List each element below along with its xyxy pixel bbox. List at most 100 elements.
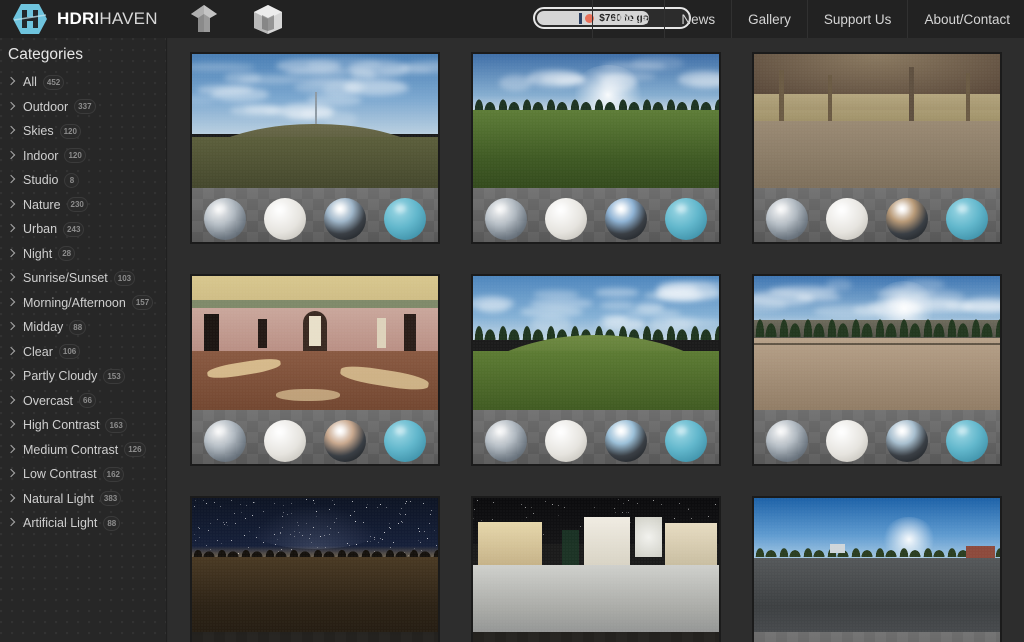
sidebar-item-urban[interactable]: Urban 243 (0, 217, 166, 242)
nav-link-gallery[interactable]: Gallery (731, 0, 807, 38)
sidebar-item-all[interactable]: All 452 (0, 70, 166, 95)
sidebar-item-label: Urban (23, 222, 57, 236)
sidebar-item-count: 120 (64, 148, 85, 163)
chevron-right-icon (7, 420, 17, 430)
nav-link-about-contact[interactable]: About/Contact (907, 0, 1024, 38)
sidebar-item-nature[interactable]: Nature 230 (0, 193, 166, 218)
categories-sidebar: Categories All 452 Outdoor 337 Skies 120 Indoo… (0, 38, 167, 642)
sidebar-item-count: 157 (132, 295, 153, 310)
sidebar-item-skies[interactable]: Skies 120 (0, 119, 166, 144)
diffuse-white-sphere (545, 198, 587, 240)
teal-glossy-sphere (665, 420, 707, 462)
sidebar-item-count: 230 (67, 197, 88, 212)
sidebar-item-count: 66 (79, 393, 96, 408)
hdri-card[interactable] (471, 274, 721, 466)
diffuse-white-sphere (826, 198, 868, 240)
chevron-right-icon (7, 445, 17, 455)
glass-sphere (766, 198, 808, 240)
sidebar-item-label: Indoor (23, 149, 58, 163)
hdri-panorama-thumbnail (192, 54, 438, 188)
sidebar-item-night[interactable]: Night 28 (0, 242, 166, 267)
hdri-card[interactable] (190, 496, 440, 642)
chevron-right-icon (7, 249, 17, 259)
hdri-card[interactable] (471, 496, 721, 642)
sidebar-item-label: Natural Light (23, 492, 94, 506)
hdri-card[interactable] (471, 52, 721, 244)
sidebar-item-clear[interactable]: Clear 106 (0, 340, 166, 365)
chevron-right-icon (7, 126, 17, 136)
sidebar-item-midday[interactable]: Midday 88 (0, 315, 166, 340)
sidebar-item-high-contrast[interactable]: High Contrast 163 (0, 413, 166, 438)
sidebar-item-low-contrast[interactable]: Low Contrast 162 (0, 462, 166, 487)
checkerboard-floor (473, 632, 719, 642)
hdri-card[interactable] (190, 52, 440, 244)
sidebar-item-sunrise-sunset[interactable]: Sunrise/Sunset 103 (0, 266, 166, 291)
hdri-panorama-thumbnail (192, 276, 438, 410)
sidebar-item-studio[interactable]: Studio 8 (0, 168, 166, 193)
sidebar-item-label: High Contrast (23, 418, 99, 432)
chevron-right-icon (7, 224, 17, 234)
sidebar-item-count: 28 (58, 246, 75, 261)
sidebar-item-label: Night (23, 247, 52, 261)
chevron-right-icon (7, 77, 17, 87)
hdri-panorama-thumbnail (473, 498, 719, 632)
hdri-card-grid (168, 38, 1024, 642)
glass-sphere (766, 420, 808, 462)
material-sphere-preview-strip (192, 188, 438, 242)
material-sphere-preview-strip (754, 188, 1000, 242)
brand-light: HAVEN (99, 9, 157, 28)
material-sphere-preview-strip (192, 632, 438, 642)
sidebar-item-count: 243 (63, 222, 84, 237)
chevron-right-icon (7, 371, 17, 381)
hdri-card[interactable] (752, 496, 1002, 642)
hdri-card[interactable] (190, 274, 440, 466)
glass-sphere (485, 198, 527, 240)
hdri-card[interactable] (752, 274, 1002, 466)
chevron-right-icon (7, 396, 17, 406)
hdri-panorama-thumbnail (754, 276, 1000, 410)
sidebar-item-count: 162 (103, 467, 124, 482)
sidebar-item-count: 120 (60, 124, 81, 139)
sidebar-item-medium-contrast[interactable]: Medium Contrast 126 (0, 438, 166, 463)
sidebar-item-natural-light[interactable]: Natural Light 383 (0, 487, 166, 512)
sidebar-item-outdoor[interactable]: Outdoor 337 (0, 95, 166, 120)
glass-sphere (485, 420, 527, 462)
teal-glossy-sphere (946, 420, 988, 462)
sidebar-item-partly-cloudy[interactable]: Partly Cloudy 153 (0, 364, 166, 389)
diffuse-white-sphere (264, 420, 306, 462)
sidebar-item-count: 126 (124, 442, 145, 457)
sidebar-item-overcast[interactable]: Overcast 66 (0, 389, 166, 414)
upload-cube-icon[interactable] (186, 2, 222, 36)
nav-link-news[interactable]: News (664, 0, 731, 38)
material-sphere-preview-strip (473, 632, 719, 642)
material-sphere-preview-strip (754, 410, 1000, 464)
material-sphere-preview-strip (473, 410, 719, 464)
hdri-panorama-thumbnail (754, 498, 1000, 632)
sidebar-item-count: 452 (43, 75, 64, 90)
sidebar-item-label: Studio (23, 173, 58, 187)
sidebar-item-count: 337 (74, 99, 95, 114)
chevron-right-icon (7, 494, 17, 504)
site-logo[interactable]: HDRIHAVEN (12, 2, 158, 36)
glass-sphere (204, 420, 246, 462)
sidebar-item-label: Medium Contrast (23, 443, 118, 457)
sidebar-item-indoor[interactable]: Indoor 120 (0, 144, 166, 169)
diffuse-white-sphere (545, 420, 587, 462)
hdri-card[interactable] (752, 52, 1002, 244)
donation-tick-marker (579, 13, 582, 24)
nav-link-support-us[interactable]: Support Us (807, 0, 908, 38)
top-navigation-bar: HDRIHAVEN $760 to go HDRIs News Gallery … (0, 0, 1024, 38)
sidebar-item-count: 383 (100, 491, 121, 506)
model-cube-icon[interactable] (250, 2, 286, 36)
sidebar-item-label: Skies (23, 124, 54, 138)
diffuse-white-sphere (264, 198, 306, 240)
sidebar-item-artificial-light[interactable]: Artificial Light 88 (0, 511, 166, 536)
nav-link-hdris[interactable]: HDRIs (592, 0, 665, 38)
sidebar-item-label: Midday (23, 320, 63, 334)
sidebar-item-count: 88 (69, 320, 86, 335)
glass-sphere (204, 198, 246, 240)
sidebar-item-label: Sunrise/Sunset (23, 271, 108, 285)
chrome-sphere (605, 198, 647, 240)
hdri-panorama-thumbnail (192, 498, 438, 632)
sidebar-item-morning-afternoon[interactable]: Morning/Afternoon 157 (0, 291, 166, 316)
